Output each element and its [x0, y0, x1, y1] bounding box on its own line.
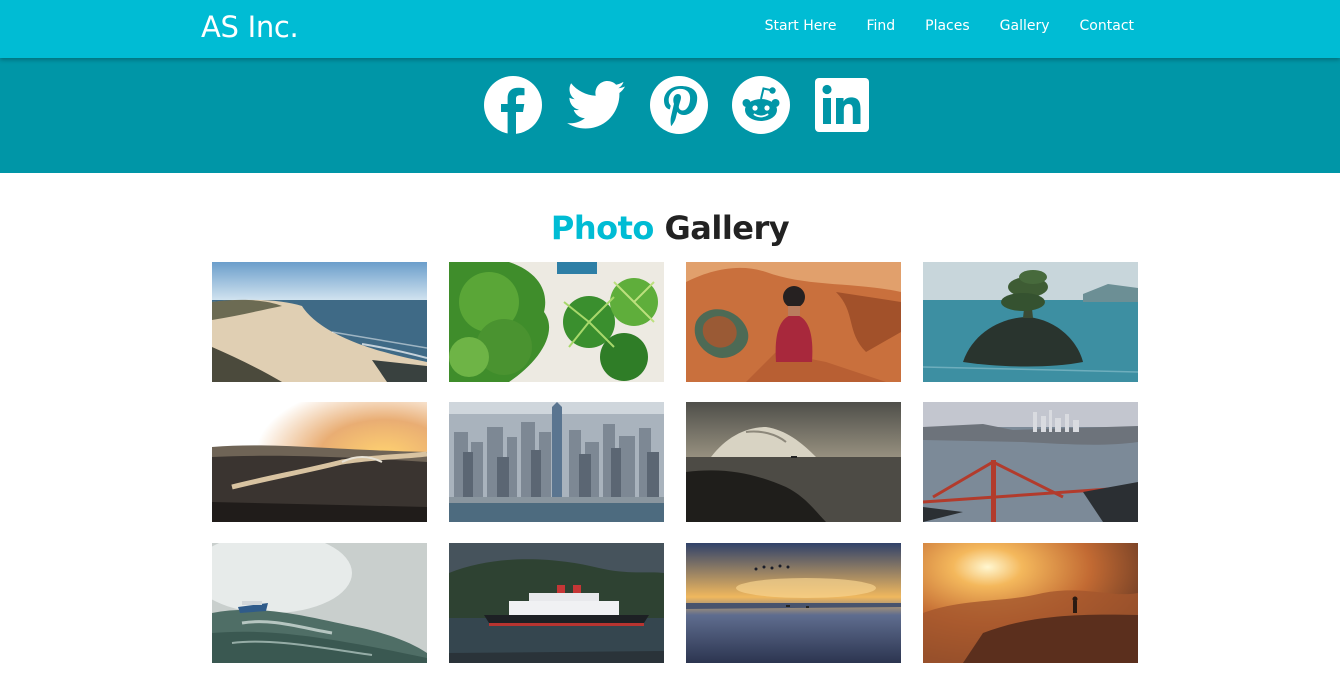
- gallery-title: Photo Gallery: [0, 209, 1340, 247]
- gallery-photo-mountain-sunrise[interactable]: [923, 543, 1138, 663]
- gallery-title-main: Gallery: [664, 209, 790, 247]
- nav-gallery[interactable]: Gallery: [1000, 18, 1050, 34]
- pinterest-icon[interactable]: [649, 75, 709, 135]
- gallery-photo-sea-cliff[interactable]: [686, 402, 901, 522]
- social-band: [0, 58, 1340, 173]
- gallery-photo-canyon[interactable]: [686, 262, 901, 382]
- gallery-photo-city-skyline[interactable]: [449, 402, 664, 522]
- navbar: AS Inc. Start Here Find Places Gallery C…: [0, 0, 1340, 58]
- linkedin-icon[interactable]: [812, 75, 872, 135]
- facebook-icon[interactable]: [483, 75, 543, 135]
- nav-contact[interactable]: Contact: [1080, 18, 1134, 34]
- gallery-photo-beach[interactable]: [212, 262, 427, 382]
- nav-start-here[interactable]: Start Here: [765, 18, 837, 34]
- gallery-photo-waterfall-boat[interactable]: [212, 543, 427, 663]
- gallery-photo-lake-dawn[interactable]: [686, 543, 901, 663]
- gallery-title-accent: Photo: [550, 209, 655, 247]
- gallery-photo-river-sunset[interactable]: [212, 402, 427, 522]
- gallery-photo-palms[interactable]: [449, 262, 664, 382]
- gallery-photo-rock-island[interactable]: [923, 262, 1138, 382]
- nav-menu: Start Here Find Places Gallery Contact: [735, 18, 1134, 34]
- gallery-photo-golden-gate[interactable]: [923, 402, 1138, 522]
- reddit-icon[interactable]: [731, 75, 791, 135]
- gallery-photo-cruise-ship[interactable]: [449, 543, 664, 663]
- nav-find[interactable]: Find: [866, 18, 895, 34]
- brand-logo[interactable]: AS Inc.: [201, 10, 299, 44]
- twitter-icon[interactable]: [566, 75, 626, 135]
- nav-places[interactable]: Places: [925, 18, 970, 34]
